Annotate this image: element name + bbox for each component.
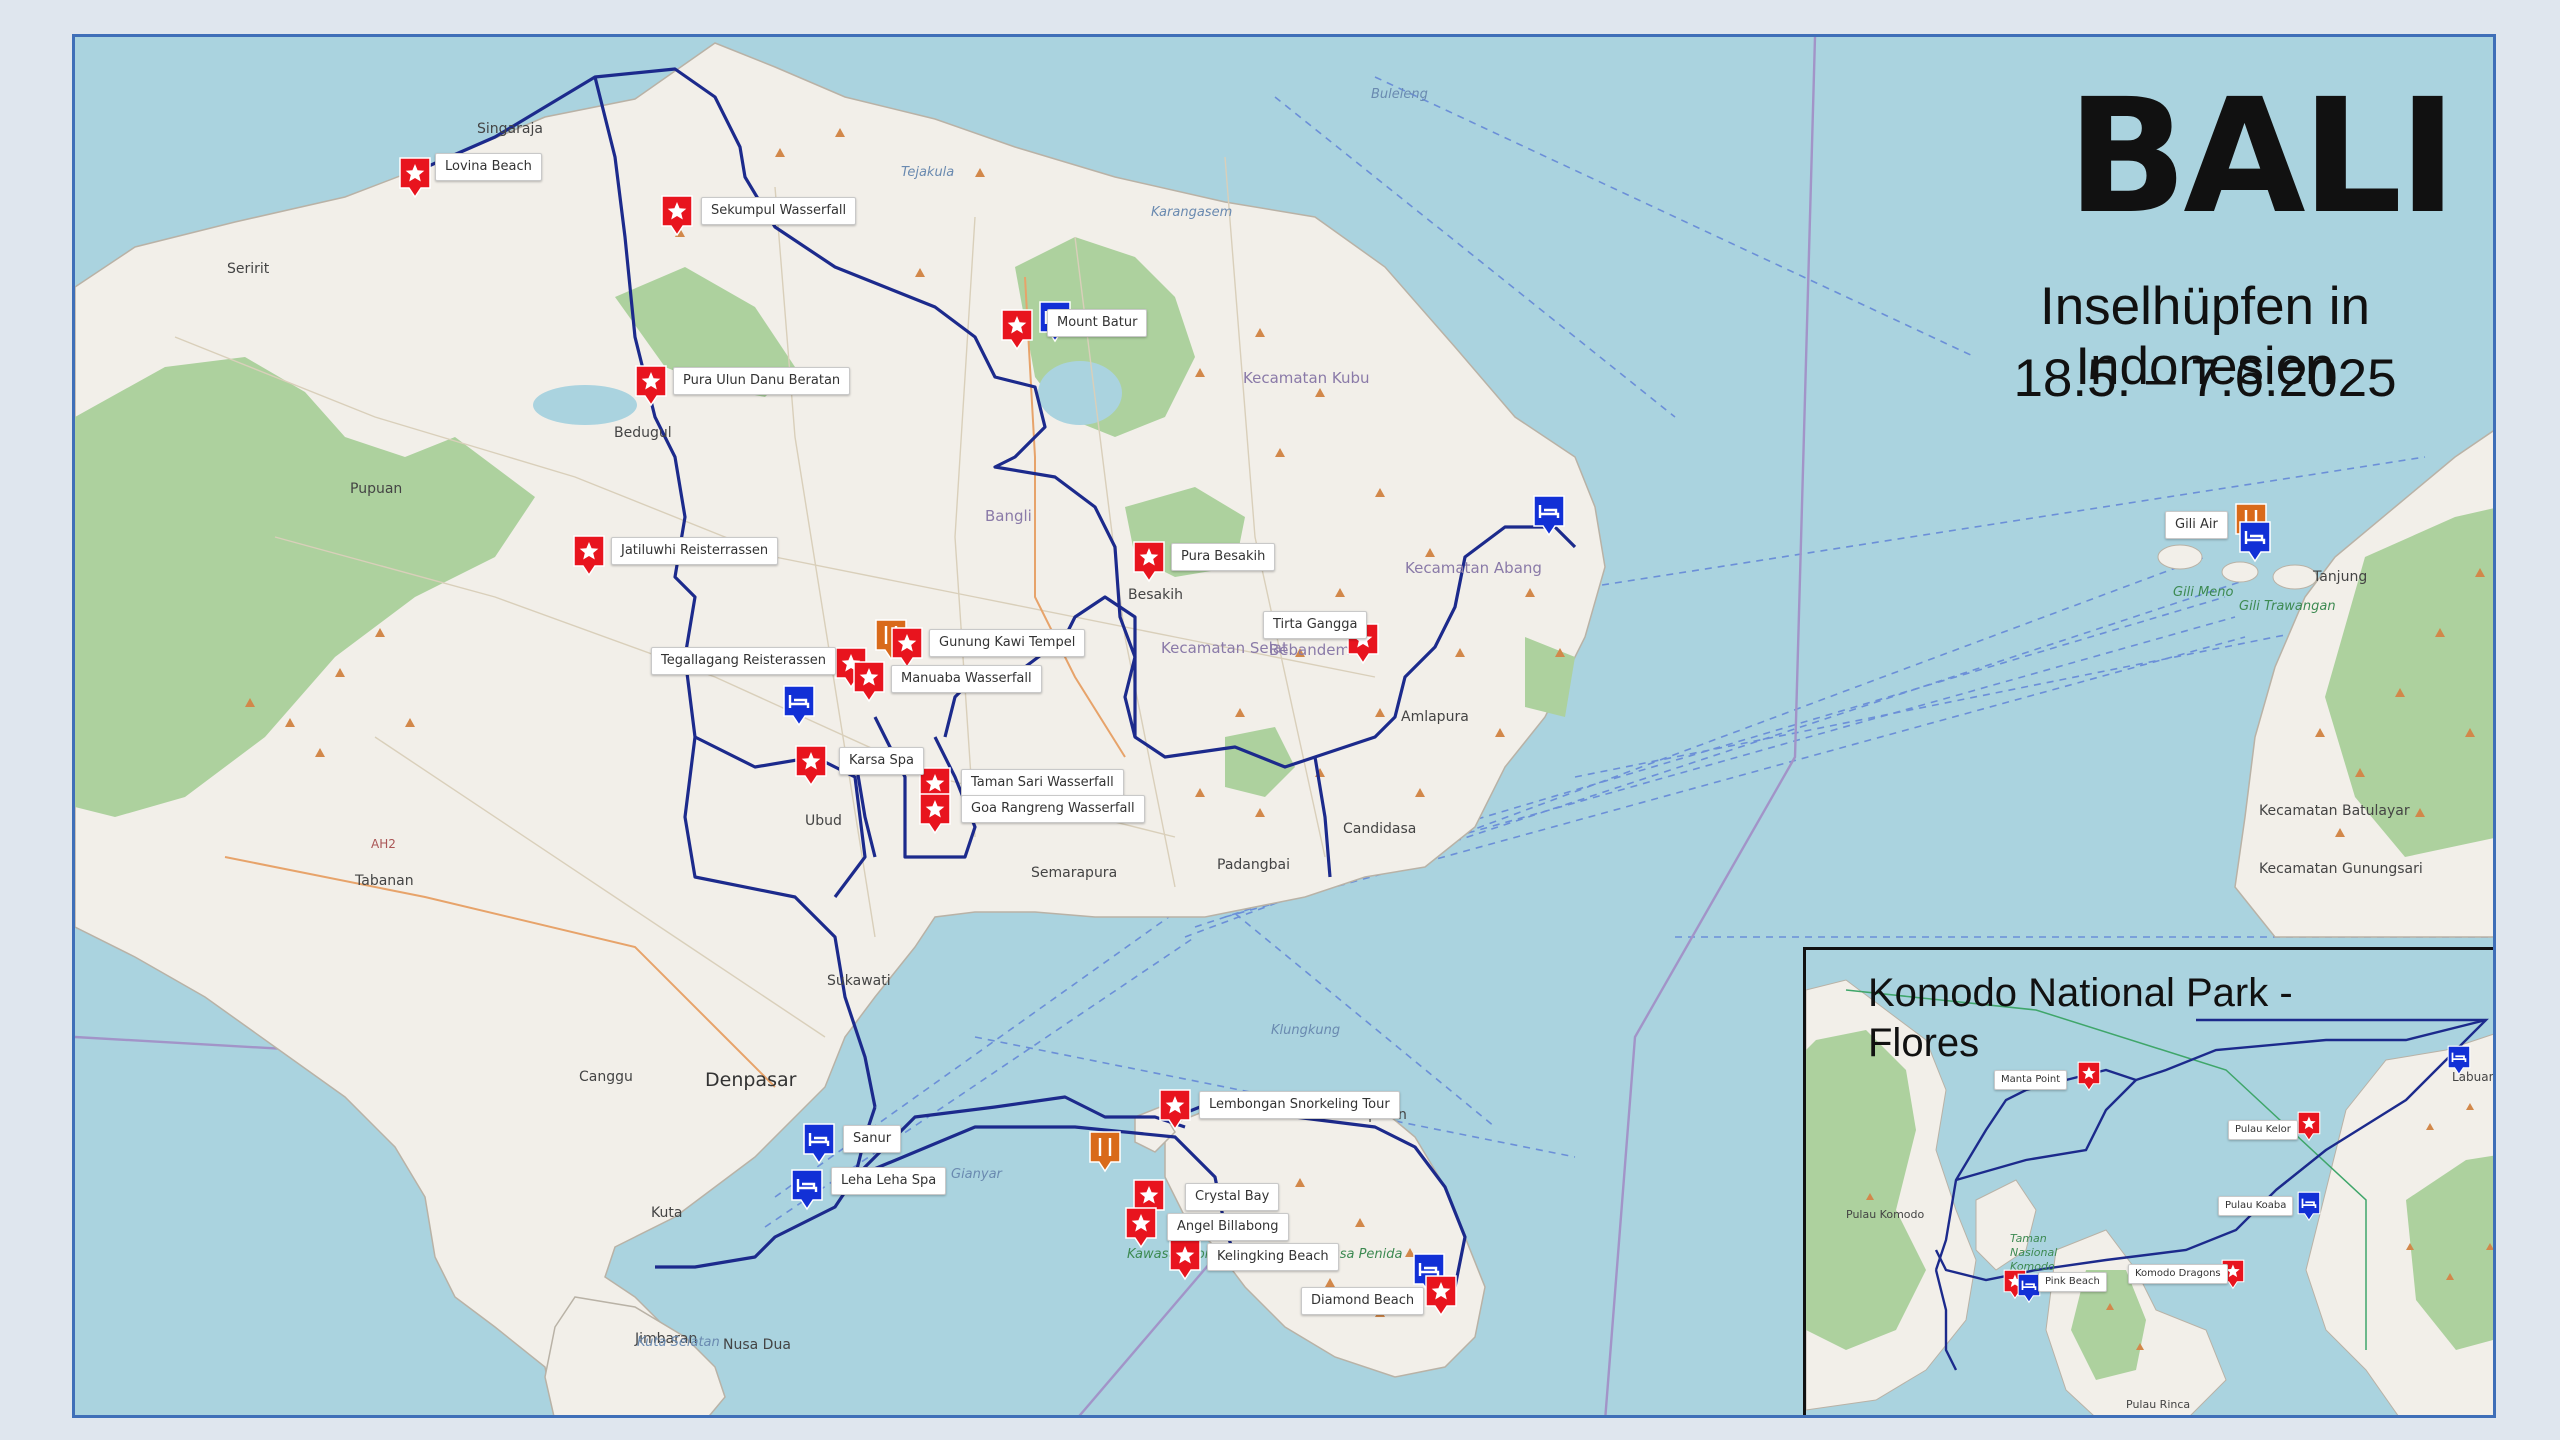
marker-label[interactable]: Gunung Kawi Tempel: [929, 629, 1086, 657]
region-label: Tejakula: [901, 165, 955, 180]
marker-label[interactable]: Pura Ulun Danu Beratan: [673, 367, 851, 395]
place-label: Besakih: [1128, 587, 1183, 603]
hotel-marker[interactable]: [2296, 1190, 2322, 1223]
region-label: Karangasem: [1151, 205, 1233, 220]
place-label: Semarapura: [1031, 865, 1118, 881]
region-label: Gili Meno: [2173, 585, 2234, 600]
marker-label[interactable]: Taman Sari Wasserfall: [961, 769, 1124, 797]
place-label: Tanjung: [2313, 569, 2368, 585]
marker-label[interactable]: Gili Air: [2165, 511, 2228, 539]
inset-marker-label[interactable]: Pulau Koaba: [2218, 1196, 2294, 1216]
map-canvas[interactable]: Singaraja Seririt Pupuan Bedugul Bangli …: [72, 34, 2496, 1418]
hotel-marker[interactable]: [781, 683, 817, 729]
sight-marker[interactable]: [659, 193, 695, 239]
region-label: Kuta Selatan: [637, 1335, 720, 1350]
place-label: Amlapura: [1401, 709, 1469, 725]
place-label: Denpasar: [705, 1069, 797, 1091]
hotel-marker[interactable]: [2446, 1044, 2472, 1077]
sight-marker[interactable]: [1131, 539, 1167, 585]
marker-label[interactable]: Sekumpul Wasserfall: [701, 197, 857, 225]
region-label: Klungkung: [1271, 1023, 1341, 1038]
place-label: Kecamatan Batulayar: [2259, 803, 2410, 819]
region-label: Kecamatan Abang: [1405, 559, 1542, 577]
place-label: Gianyar: [951, 1167, 1002, 1182]
hotel-marker[interactable]: [801, 1121, 837, 1167]
place-label: Canggu: [579, 1069, 633, 1085]
sight-marker[interactable]: [2076, 1060, 2102, 1093]
marker-label[interactable]: Kelingking Beach: [1207, 1243, 1339, 1271]
sight-marker[interactable]: [1123, 1205, 1159, 1251]
sight-marker[interactable]: [917, 791, 953, 837]
marker-label[interactable]: Tegallagang Reisterassen: [651, 647, 837, 675]
place-label: Pupuan: [350, 481, 403, 497]
region-label: Buleleng: [1371, 87, 1428, 102]
inset-title: Komodo National Park - Flores: [1868, 971, 2293, 1065]
place-label: Singaraja: [477, 121, 543, 137]
marker-label[interactable]: Angel Billabong: [1167, 1213, 1289, 1241]
place-label: Pulau Komodo: [1846, 1208, 1925, 1221]
hotel-marker[interactable]: [2237, 519, 2273, 565]
sight-marker[interactable]: [397, 155, 433, 201]
inset-marker-label[interactable]: Pink Beach: [2038, 1272, 2107, 1292]
place-label: Bangli: [985, 507, 1032, 525]
sight-marker[interactable]: [571, 533, 607, 579]
nusa-penida: [1164, 1106, 1486, 1378]
place-label: Seririt: [227, 261, 270, 277]
marker-label[interactable]: Crystal Bay: [1185, 1183, 1280, 1211]
place-label: Padangbai: [1217, 857, 1290, 873]
trip-dates: 18.5. – 7.6.2025: [2013, 349, 2397, 408]
marker-label[interactable]: Pura Besakih: [1171, 543, 1276, 571]
marker-label[interactable]: Jatiluwhi Reisterrassen: [611, 537, 779, 565]
inset-marker-label[interactable]: Pulau Kelor: [2228, 1120, 2298, 1140]
hotel-marker[interactable]: [789, 1167, 825, 1213]
inset-marker-label[interactable]: Manta Point: [1994, 1070, 2068, 1090]
sight-marker[interactable]: [793, 743, 829, 789]
hotel-marker[interactable]: [1531, 493, 1567, 539]
sight-marker[interactable]: [1157, 1087, 1193, 1133]
marker-label[interactable]: Karsa Spa: [839, 747, 924, 775]
marker-label[interactable]: Sanur: [843, 1125, 902, 1153]
place-label: Candidasa: [1343, 821, 1417, 837]
place-label: Ubud: [805, 813, 842, 829]
marker-label[interactable]: Lembongan Snorkeling Tour: [1199, 1091, 1400, 1119]
food-marker[interactable]: [1087, 1129, 1123, 1175]
place-label: Bedugul: [614, 425, 672, 441]
marker-label[interactable]: Mount Batur: [1047, 309, 1148, 337]
place-label: Pulau Rinca: [2126, 1398, 2191, 1411]
marker-label[interactable]: Tirta Gangga: [1263, 611, 1368, 639]
sight-marker[interactable]: [1167, 1237, 1203, 1283]
place-label: Sukawati: [827, 973, 891, 989]
marker-label[interactable]: Goa Rangreng Wasserfall: [961, 795, 1145, 823]
region-label: Kecamatan Kubu: [1243, 369, 1370, 387]
sight-marker[interactable]: [633, 363, 669, 409]
sight-marker[interactable]: [851, 659, 887, 705]
road-label: AH2: [371, 837, 396, 851]
marker-label[interactable]: Leha Leha Spa: [831, 1167, 947, 1195]
place-label: Kecamatan Gunungsari: [2259, 861, 2423, 877]
marker-label[interactable]: Manuaba Wasserfall: [891, 665, 1042, 693]
place-label: Kuta: [651, 1205, 683, 1221]
sight-marker[interactable]: [1423, 1273, 1459, 1319]
marker-label[interactable]: Diamond Beach: [1301, 1287, 1425, 1315]
marker-label[interactable]: Lovina Beach: [435, 153, 542, 181]
sight-marker[interactable]: [999, 307, 1035, 353]
region-label: Gili Trawangan: [2239, 599, 2336, 614]
place-label: Nusa Dua: [723, 1337, 791, 1353]
map-title: BALI: [2066, 65, 2457, 249]
sight-marker[interactable]: [2296, 1110, 2322, 1143]
bukit-peninsula: [544, 1296, 726, 1415]
inset-marker-label[interactable]: Komodo Dragons: [2128, 1264, 2228, 1284]
komodo-inset-map[interactable]: Komodo National Park - Flores Pulau Komo…: [1803, 947, 2493, 1415]
region-label: Bebandem: [1269, 641, 1351, 659]
place-label: Tabanan: [355, 873, 414, 889]
